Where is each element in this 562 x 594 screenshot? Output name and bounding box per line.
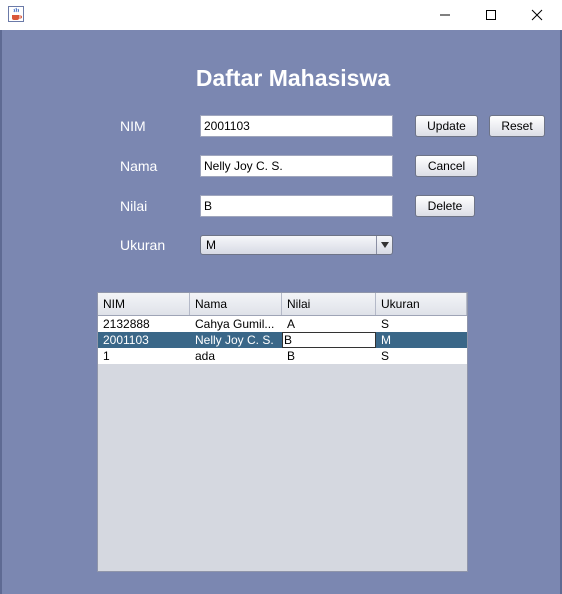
title-bar	[0, 0, 562, 30]
cell-ukuran[interactable]: M	[376, 332, 467, 348]
close-button[interactable]	[514, 0, 560, 30]
cell-nilai-editor[interactable]: B	[282, 332, 376, 348]
cell-nama[interactable]: ada	[190, 348, 282, 364]
nama-field[interactable]: Nelly Joy C. S.	[200, 155, 393, 177]
table-body: 2132888 Cahya Gumil... A S 2001103 Nelly…	[98, 316, 467, 364]
ukuran-label: Ukuran	[120, 237, 166, 253]
reset-button[interactable]: Reset	[489, 115, 545, 137]
delete-button[interactable]: Delete	[415, 195, 475, 217]
cell-nim[interactable]: 2132888	[98, 316, 190, 332]
nama-label: Nama	[120, 158, 158, 174]
table-header: NIM Nama Nilai Ukuran	[98, 293, 467, 316]
nim-label: NIM	[120, 118, 146, 134]
cell-nilai[interactable]: B	[282, 348, 376, 364]
cell-nim[interactable]: 1	[98, 348, 190, 364]
cell-nama[interactable]: Nelly Joy C. S.	[190, 332, 282, 348]
mahasiswa-table[interactable]: NIM Nama Nilai Ukuran 2132888 Cahya Gumi…	[97, 292, 468, 572]
nim-field[interactable]: 2001103	[200, 115, 393, 137]
cell-nilai[interactable]: A	[282, 316, 376, 332]
cell-nama[interactable]: Cahya Gumil...	[190, 316, 282, 332]
ukuran-select[interactable]: M	[200, 235, 393, 255]
column-header-ukuran[interactable]: Ukuran	[376, 293, 467, 315]
table-row-selected[interactable]: 2001103 Nelly Joy C. S. B M	[98, 332, 467, 348]
column-header-nim[interactable]: NIM	[98, 293, 190, 315]
minimize-button[interactable]	[422, 0, 468, 30]
minimize-icon	[440, 14, 450, 16]
page-title: Daftar Mahasiswa	[195, 65, 391, 91]
cancel-button[interactable]: Cancel	[415, 155, 478, 177]
table-row[interactable]: 1 ada B S	[98, 348, 467, 364]
nilai-label: Nilai	[120, 198, 148, 214]
cell-nim[interactable]: 2001103	[98, 332, 190, 348]
cell-ukuran[interactable]: S	[376, 316, 467, 332]
ukuran-selected-value: M	[206, 238, 216, 252]
column-header-nama[interactable]: Nama	[190, 293, 282, 315]
table-row[interactable]: 2132888 Cahya Gumil... A S	[98, 316, 467, 332]
nilai-field[interactable]: B	[200, 195, 393, 217]
cell-ukuran[interactable]: S	[376, 348, 467, 364]
maximize-button[interactable]	[468, 0, 514, 30]
dropdown-arrow-icon[interactable]	[376, 236, 392, 254]
update-button[interactable]: Update	[415, 115, 478, 137]
column-header-nilai[interactable]: Nilai	[282, 293, 376, 315]
chevron-down-icon	[380, 242, 389, 248]
close-icon	[531, 9, 543, 21]
java-coffee-cup-icon	[8, 6, 24, 22]
maximize-icon	[486, 10, 496, 20]
